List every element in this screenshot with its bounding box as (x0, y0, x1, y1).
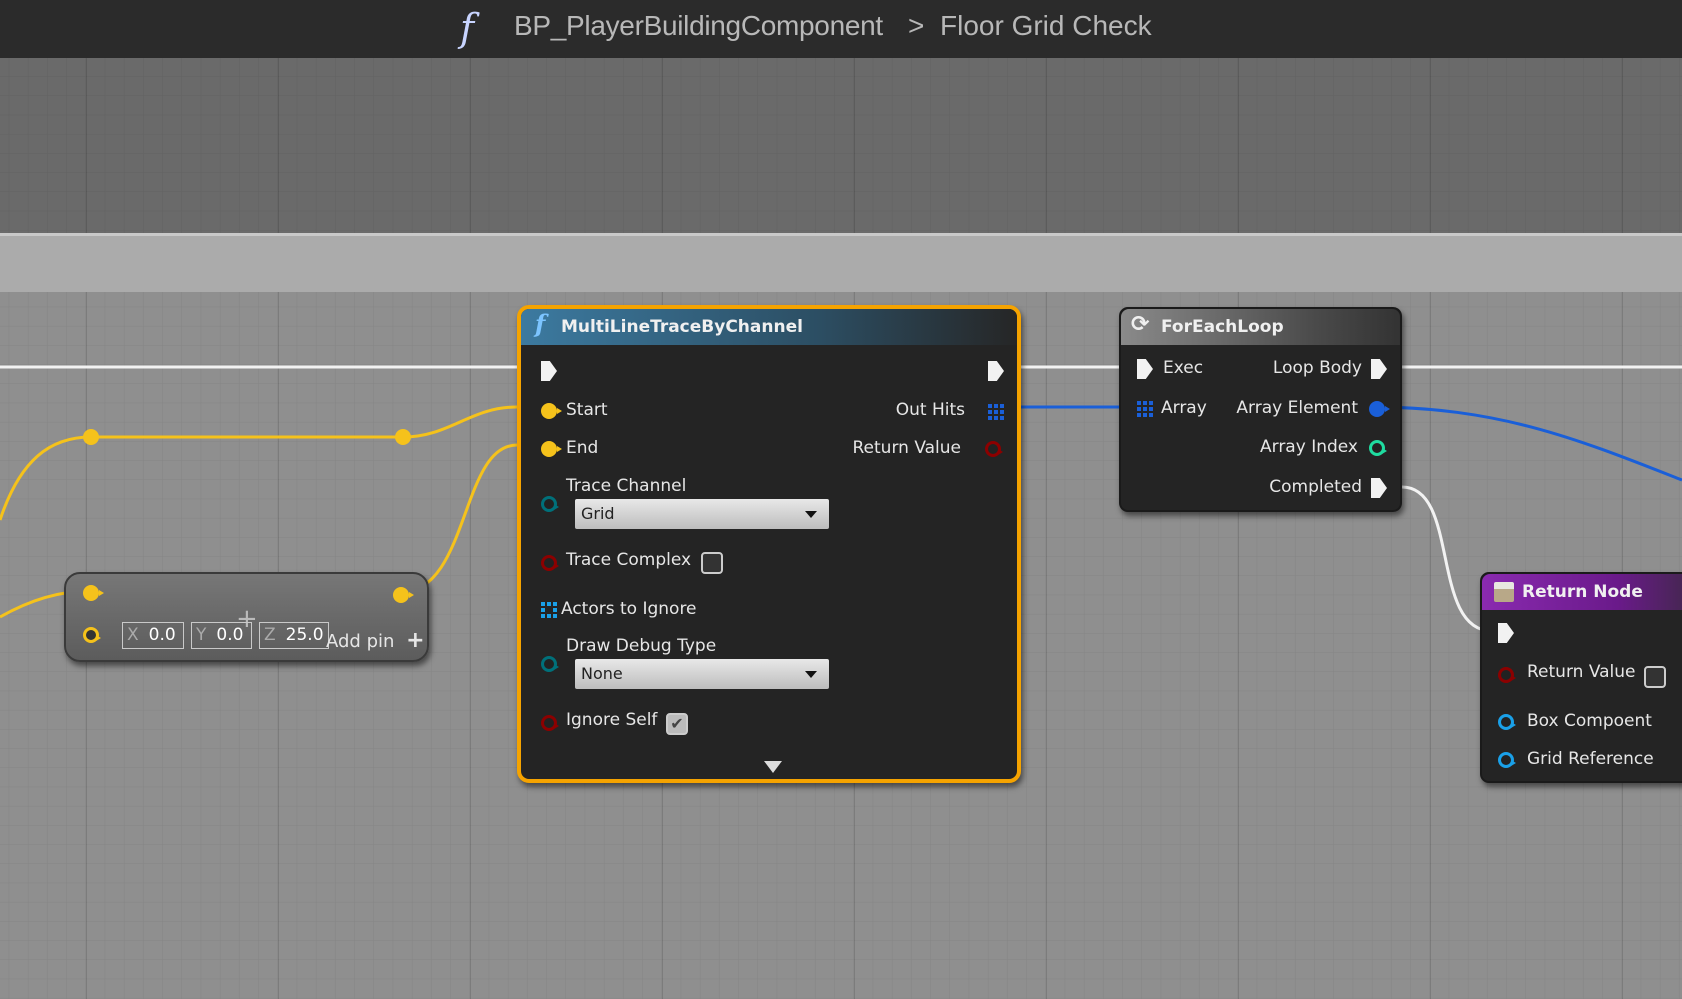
actors-to-ignore-array-pin[interactable] (541, 602, 557, 618)
expand-arrow-icon[interactable] (764, 761, 782, 773)
loop-icon: ⟳ (1131, 312, 1150, 337)
return-icon (1494, 582, 1514, 602)
trace-complex-pin[interactable] (541, 555, 559, 571)
grid-reference-pin[interactable] (1498, 752, 1516, 768)
actors-to-ignore-label: Actors to Ignore (561, 599, 697, 619)
return-value-label: Return Value (852, 438, 962, 458)
ignore-self-pin[interactable] (541, 715, 559, 731)
return-node[interactable]: Return Node Return Value Box Compoent Gr… (1480, 572, 1682, 783)
vector-input-pin[interactable] (83, 585, 104, 601)
out-hits-array-pin[interactable] (988, 404, 1004, 420)
return-value-label: Return Value (1527, 662, 1636, 682)
box-component-label: Box Compoent (1527, 711, 1652, 731)
end-label: End (566, 438, 599, 458)
box-component-pin[interactable] (1498, 714, 1516, 730)
completed-pin[interactable] (1371, 478, 1387, 498)
array-element-label: Array Element (1236, 398, 1358, 418)
array-label: Array (1161, 398, 1207, 418)
trace-channel-label: Trace Channel (566, 476, 687, 496)
completed-label: Completed (1269, 477, 1362, 497)
breadcrumb-bar: f BP_PlayerBuildingComponent > Floor Gri… (0, 0, 1682, 58)
function-icon: f (460, 6, 475, 50)
plus-icon: + (406, 628, 425, 653)
out-hits-label: Out Hits (895, 400, 965, 420)
trace-complex-checkbox[interactable] (701, 552, 723, 574)
make-vector-node[interactable]: + X 0.0 Y 0.0 Z 25.0 Add pin + (64, 572, 429, 662)
function-icon: f (535, 309, 546, 338)
reroute-dot (395, 429, 411, 445)
return-value-pin[interactable] (1498, 667, 1516, 683)
return-value-pin[interactable] (985, 441, 1003, 457)
node-title: Return Node (1522, 582, 1643, 602)
exec-label: Exec (1163, 358, 1204, 378)
trace-channel-pin[interactable] (541, 496, 559, 512)
trace-complex-label: Trace Complex (566, 550, 692, 570)
array-pin[interactable] (1137, 401, 1153, 417)
breadcrumb-graph: Floor Grid Check (940, 10, 1152, 41)
array-index-label: Array Index (1260, 437, 1358, 457)
draw-debug-type-label: Draw Debug Type (566, 636, 717, 656)
draw-debug-type-dropdown[interactable]: None (575, 659, 829, 689)
vector-pin[interactable] (83, 627, 101, 643)
y-field[interactable]: Y 0.0 (191, 622, 252, 649)
z-field[interactable]: Z 25.0 (259, 622, 329, 649)
breadcrumb-owner[interactable]: BP_PlayerBuildingComponent (514, 10, 883, 42)
node-title: MultiLineTraceByChannel (561, 317, 803, 337)
x-field[interactable]: X 0.0 (122, 622, 184, 649)
array-element-pin[interactable] (1369, 401, 1390, 417)
loop-body-pin[interactable] (1371, 359, 1387, 379)
exec-in-pin[interactable] (541, 361, 557, 381)
return-value-checkbox[interactable] (1644, 666, 1666, 688)
start-label: Start (566, 400, 608, 420)
end-pin[interactable] (541, 441, 562, 457)
exec-in-pin[interactable] (1137, 359, 1153, 379)
for-each-loop-node[interactable]: ⟳ ForEachLoop Exec Loop Body Array Array… (1119, 307, 1402, 512)
trace-channel-dropdown[interactable]: Grid (575, 499, 829, 529)
exec-out-pin[interactable] (988, 361, 1004, 381)
exec-in-pin[interactable] (1498, 623, 1514, 643)
multi-line-trace-node[interactable]: f MultiLineTraceByChannel Start End Out … (517, 305, 1021, 783)
grid-reference-label: Grid Reference (1527, 749, 1654, 769)
ignore-self-label: Ignore Self (566, 710, 658, 730)
ignore-self-checkbox[interactable]: ✔ (666, 713, 688, 735)
node-title: ForEachLoop (1161, 317, 1284, 337)
draw-debug-type-pin[interactable] (541, 656, 559, 672)
reroute-dot (83, 429, 99, 445)
loop-body-label: Loop Body (1272, 358, 1362, 378)
vector-output-pin[interactable] (393, 587, 414, 603)
comment-band (0, 235, 1682, 292)
array-index-pin[interactable] (1369, 440, 1387, 456)
add-pin-button[interactable]: Add pin + (326, 628, 425, 653)
breadcrumb-separator: > (908, 10, 925, 41)
start-pin[interactable] (541, 403, 562, 419)
